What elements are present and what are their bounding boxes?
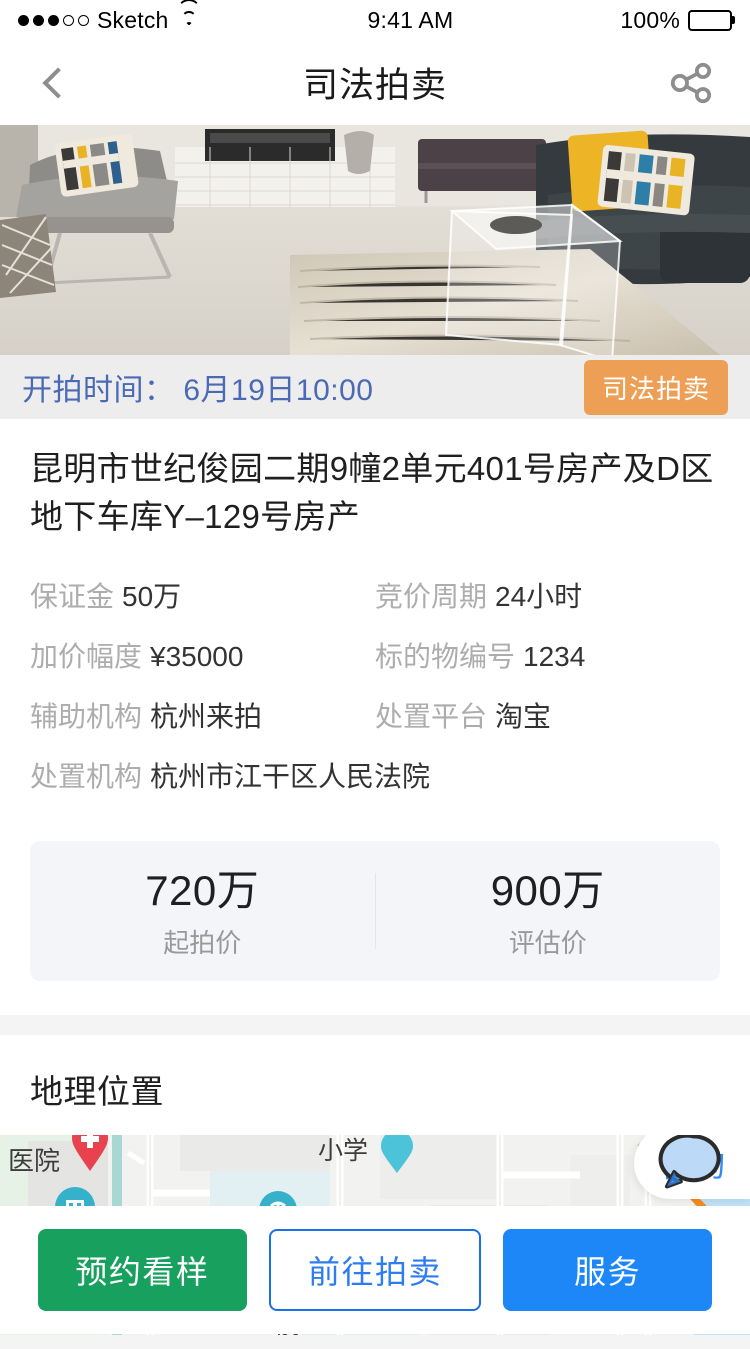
hero-image xyxy=(0,125,750,355)
back-button[interactable] xyxy=(28,53,88,113)
appraisal-price-value: 900万 xyxy=(376,863,721,919)
price-card: 720万 起拍价 900万 评估价 xyxy=(30,841,720,981)
listing-title: 昆明市世纪俊园二期9幢2单元401号房产及D区地下车库Y–129号房产 xyxy=(30,445,720,541)
info-item-court: 处置机构杭州市江干区人民法院 xyxy=(30,747,720,807)
info-label: 保证金 xyxy=(30,581,114,612)
info-value: 24小时 xyxy=(495,581,582,612)
status-badge: 司法拍卖 xyxy=(584,360,728,415)
bottom-action-bar: 预约看样 前往拍卖 服务 xyxy=(0,1206,750,1334)
info-item-lot-number: 标的物编号 1234 xyxy=(375,627,720,687)
chevron-left-icon xyxy=(42,67,73,98)
navigation-bar: 司法拍卖 xyxy=(0,40,750,125)
map-bottom-divider xyxy=(0,1335,750,1349)
info-item-deposit: 保证金 50万 xyxy=(30,567,375,627)
info-value: 50万 xyxy=(122,581,181,612)
map-label-primary-school: 小学 xyxy=(318,1135,368,1167)
share-icon xyxy=(670,61,714,105)
location-section-title: 地理位置 xyxy=(30,1065,720,1113)
starting-price-block: 720万 起拍价 xyxy=(30,863,375,960)
wifi-icon xyxy=(177,11,201,29)
appraisal-price-block: 900万 评估价 xyxy=(376,863,721,960)
book-viewing-button[interactable]: 预约看样 xyxy=(38,1229,247,1311)
starting-price-value: 720万 xyxy=(30,863,375,919)
info-label: 处置平台 xyxy=(375,701,487,732)
listing-detail: 昆明市世纪俊园二期9幢2单元401号房产及D区地下车库Y–129号房产 保证金 5… xyxy=(0,419,750,981)
school-pin-icon xyxy=(380,1135,414,1175)
status-bar-clock: 9:41 AM xyxy=(201,7,621,34)
consult-button[interactable]: 咨询 xyxy=(634,1135,750,1199)
status-bar-left: Sketch xyxy=(18,7,201,34)
info-value: 杭州市江干区人民法院 xyxy=(150,761,430,792)
info-value: 杭州来拍 xyxy=(150,701,262,732)
info-label: 处置机构 xyxy=(30,761,142,792)
starting-price-label: 起拍价 xyxy=(30,923,375,960)
chat-bubble-icon xyxy=(634,1135,750,1199)
battery-icon xyxy=(688,10,732,31)
location-section: 地理位置 xyxy=(0,1035,750,1113)
service-button[interactable]: 服务 xyxy=(503,1229,712,1311)
battery-percent-label: 100% xyxy=(620,7,680,34)
info-item-bid-increment: 加价幅度 ¥35000 xyxy=(30,627,375,687)
go-to-auction-button[interactable]: 前往拍卖 xyxy=(269,1229,482,1311)
carrier-label: Sketch xyxy=(97,7,169,34)
living-room-photo xyxy=(0,125,750,355)
auction-time-text: 开拍时间： 6月19日10:00 xyxy=(22,365,373,409)
status-bar: Sketch 9:41 AM 100% xyxy=(0,0,750,40)
page-title: 司法拍卖 xyxy=(303,57,447,108)
share-button[interactable] xyxy=(662,53,722,113)
info-label: 标的物编号 xyxy=(375,641,515,672)
info-value: 1234 xyxy=(523,641,585,672)
status-bar-right: 100% xyxy=(620,7,732,34)
auction-time-banner: 开拍时间： 6月19日10:00 司法拍卖 xyxy=(0,355,750,419)
appraisal-price-label: 评估价 xyxy=(376,923,721,960)
info-item-platform: 处置平台淘宝 xyxy=(375,687,720,747)
info-value: 淘宝 xyxy=(495,701,551,732)
info-item-bid-cycle: 竞价周期 24小时 xyxy=(375,567,720,627)
info-item-assist-agency: 辅助机构杭州来拍 xyxy=(30,687,375,747)
map-label-hospital: 医院 xyxy=(8,1141,60,1178)
info-label: 竞价周期 xyxy=(375,581,487,612)
section-divider xyxy=(0,1015,750,1035)
hospital-pin-icon xyxy=(70,1135,110,1173)
listing-info-grid: 保证金 50万 竞价周期 24小时 加价幅度 ¥35000 标的物编号 1234 辅助机… xyxy=(30,567,720,807)
info-label: 加价幅度 xyxy=(30,641,142,672)
info-label: 辅助机构 xyxy=(30,701,142,732)
info-value: ¥35000 xyxy=(150,641,243,672)
signal-strength-icon xyxy=(18,15,89,26)
